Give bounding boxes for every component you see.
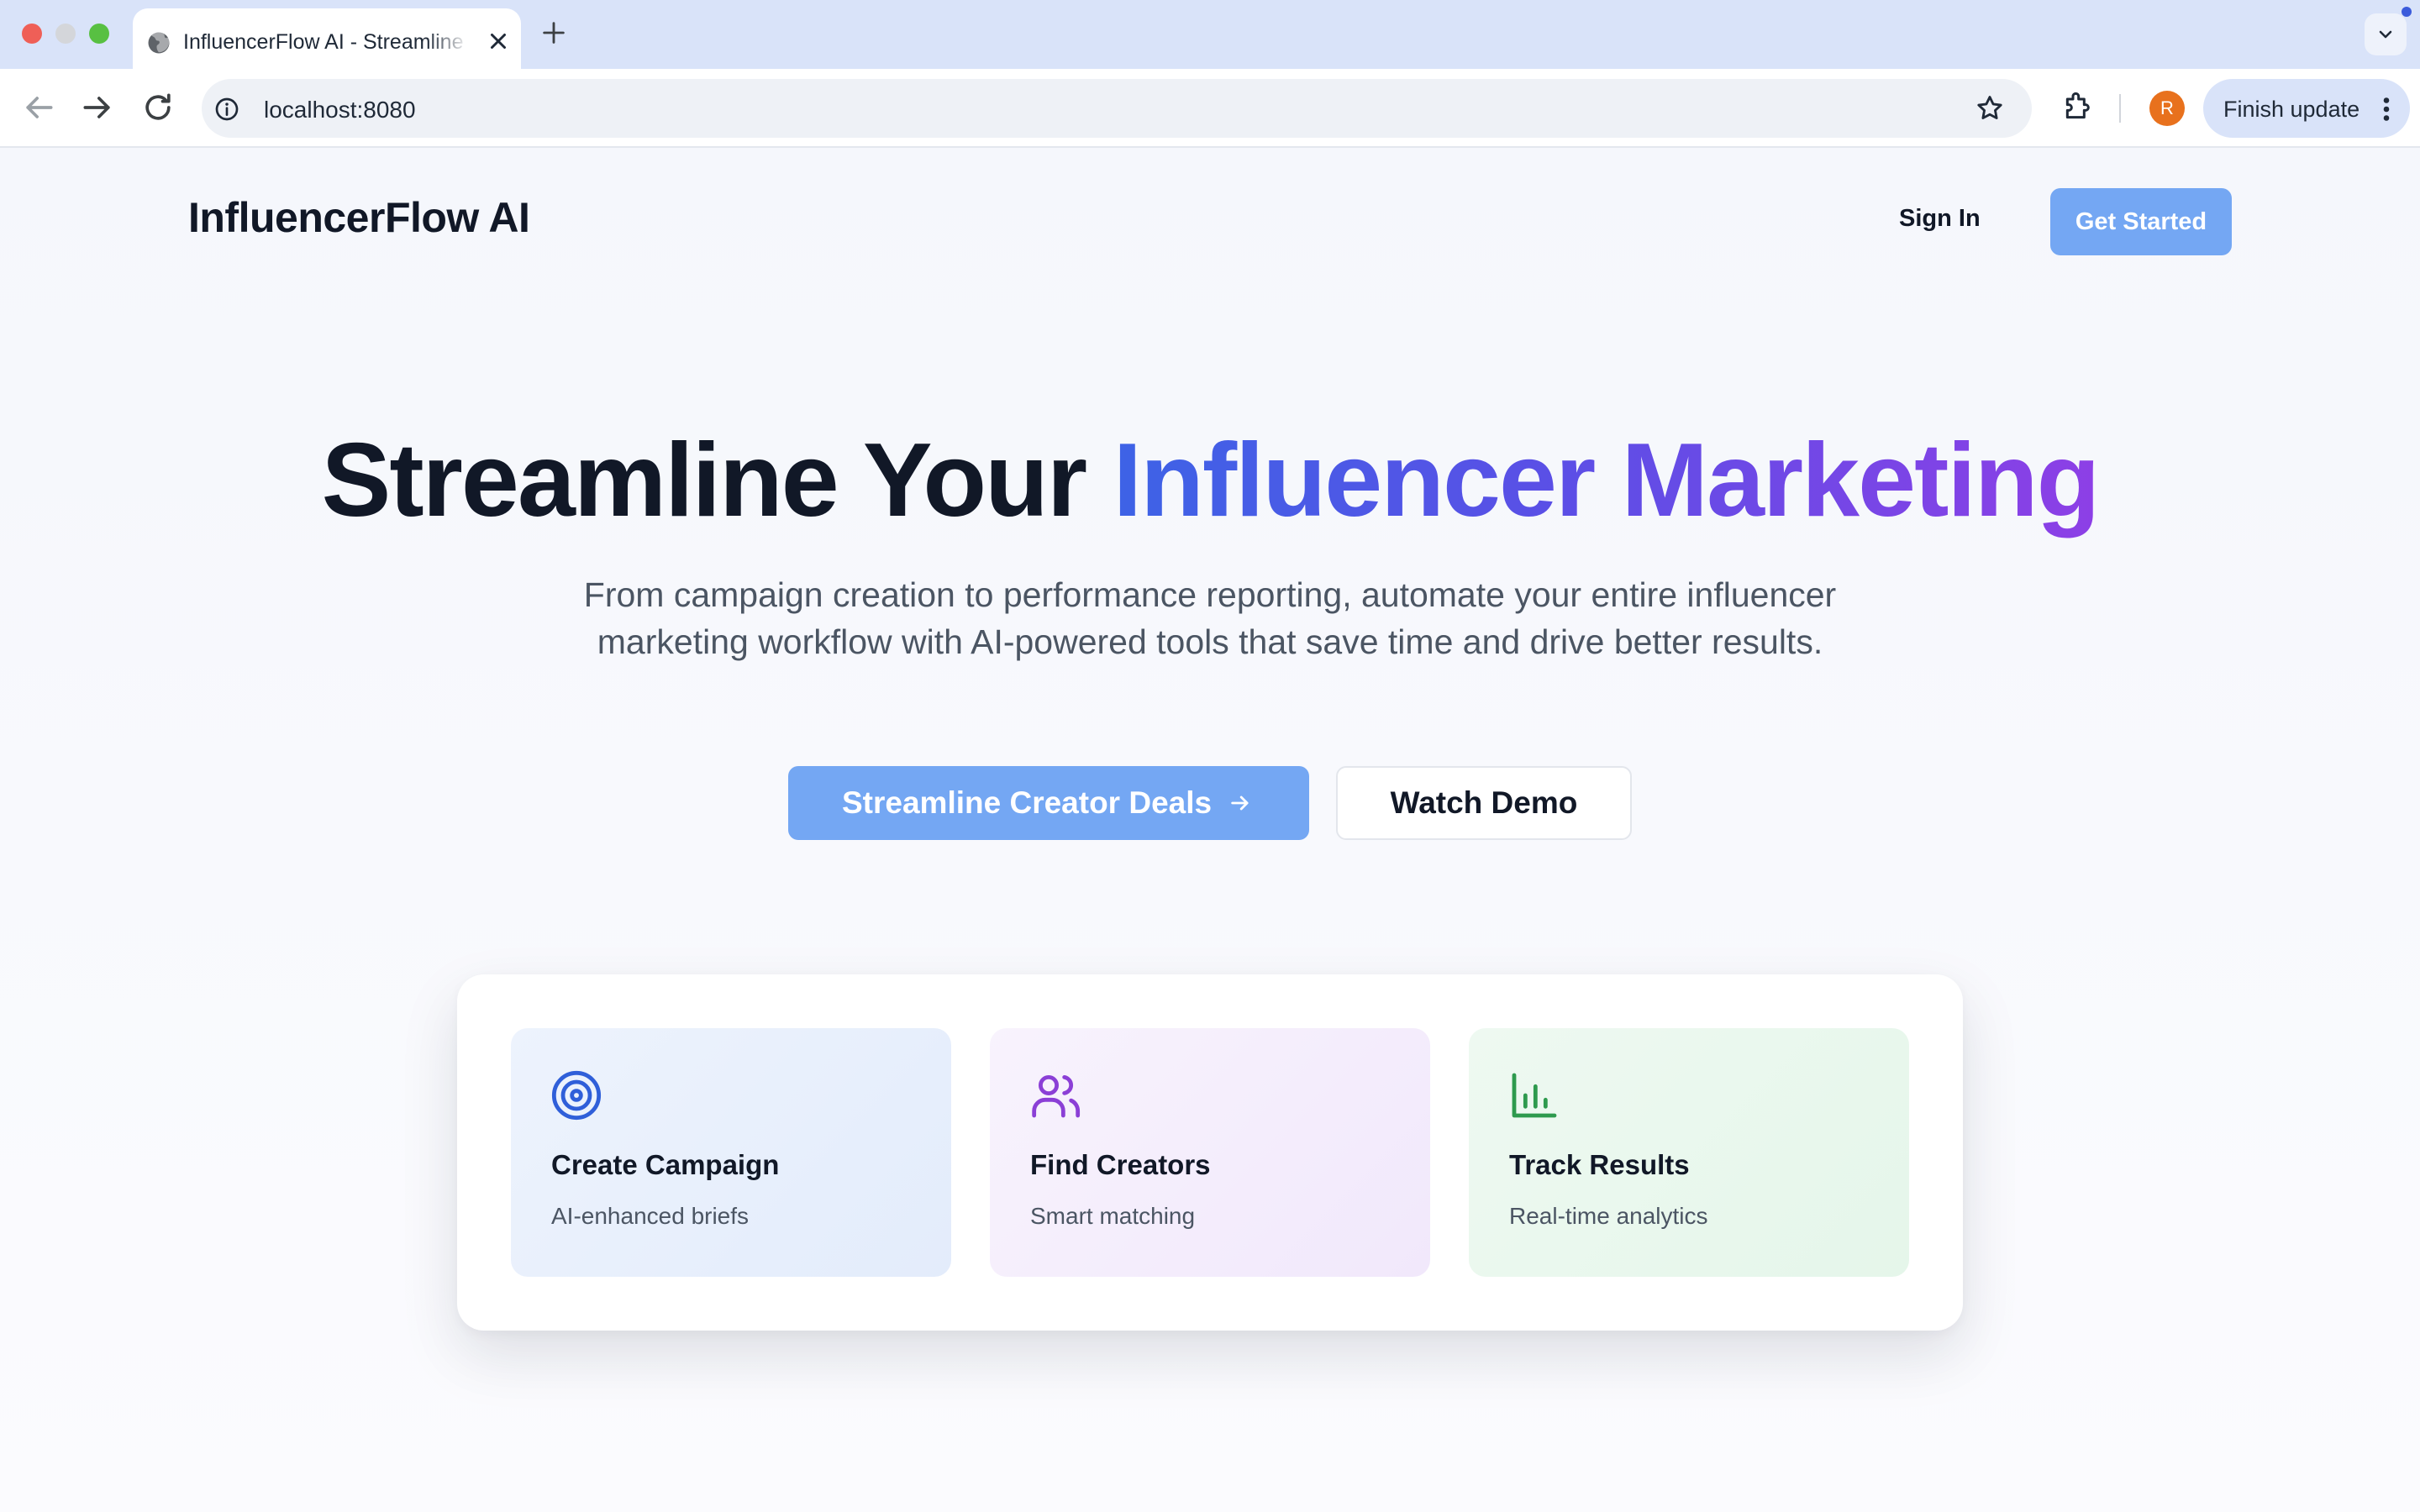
feature-subtitle: Real-time analytics [1509, 1203, 1708, 1229]
feature-card-create-campaign[interactable]: Create Campaign AI-enhanced briefs [511, 1028, 951, 1277]
reload-icon[interactable] [139, 89, 176, 126]
maximize-window-button[interactable] [89, 24, 109, 44]
features-panel: Create Campaign AI-enhanced briefs Find … [457, 974, 1963, 1331]
bookmark-star-icon[interactable] [1975, 93, 2005, 123]
notification-dot [2402, 7, 2412, 17]
toolbar-separator [2119, 94, 2121, 123]
finish-update-label: Finish update [2223, 97, 2360, 122]
minimize-window-button[interactable] [55, 24, 76, 44]
feature-card-track-results[interactable]: Track Results Real-time analytics [1469, 1028, 1909, 1277]
close-icon[interactable] [486, 29, 511, 54]
back-icon[interactable] [20, 89, 57, 126]
get-started-button[interactable]: Get Started [2050, 188, 2232, 255]
browser-tab[interactable]: InfluencerFlow AI - Streamline Your Infl… [133, 8, 521, 69]
close-window-button[interactable] [22, 24, 42, 44]
extensions-puzzle-icon[interactable] [2060, 91, 2094, 124]
site-info-icon[interactable] [213, 96, 240, 123]
tab-search-button[interactable] [2365, 13, 2407, 55]
browser-tab-bar: InfluencerFlow AI - Streamline Your Infl… [0, 0, 2420, 69]
address-bar[interactable]: localhost:8080 [202, 79, 2032, 138]
hero-title-plain: Streamline Your [321, 423, 1113, 538]
hero-title: Streamline Your Influencer Marketing [0, 418, 2420, 543]
site-logo[interactable]: InfluencerFlow AI [188, 193, 530, 242]
bar-chart-icon [1512, 1073, 1557, 1118]
target-icon [551, 1070, 602, 1121]
feature-subtitle: AI-enhanced briefs [551, 1203, 750, 1229]
profile-avatar[interactable]: R [2149, 91, 2185, 126]
hero-title-gradient: Influencer Marketing [1113, 423, 2101, 538]
sign-in-link[interactable]: Sign In [1899, 205, 1981, 233]
finish-update-button[interactable]: Finish update [2203, 79, 2410, 138]
feature-subtitle: Smart matching [1030, 1203, 1196, 1229]
hero-subtitle: From campaign creation to performance re… [583, 575, 1837, 661]
page-content: InfluencerFlow AI Sign In Get Started St… [0, 148, 2420, 1512]
forward-icon[interactable] [79, 89, 116, 126]
watch-demo-button[interactable]: Watch Demo [1336, 766, 1632, 840]
streamline-creator-deals-button[interactable]: Streamline Creator Deals [788, 766, 1309, 840]
feature-card-find-creators[interactable]: Find Creators Smart matching [990, 1028, 1430, 1277]
feature-title: Create Campaign [551, 1149, 780, 1180]
url-text: localhost:8080 [264, 97, 416, 123]
chevron-down-icon [2379, 30, 2392, 39]
tab-title: InfluencerFlow AI - Streamline Your Infl… [183, 30, 469, 54]
feature-title: Track Results [1509, 1149, 1690, 1180]
new-tab-icon[interactable] [539, 18, 568, 47]
browser-toolbar: localhost:8080 R Finish update [0, 69, 2420, 148]
cta-primary-label: Streamline Creator Deals [842, 785, 1213, 820]
feature-title: Find Creators [1030, 1149, 1211, 1180]
more-vert-icon [2383, 97, 2390, 121]
globe-icon [148, 32, 170, 54]
users-icon [1032, 1075, 1081, 1118]
arrow-right-icon [1231, 795, 1249, 811]
